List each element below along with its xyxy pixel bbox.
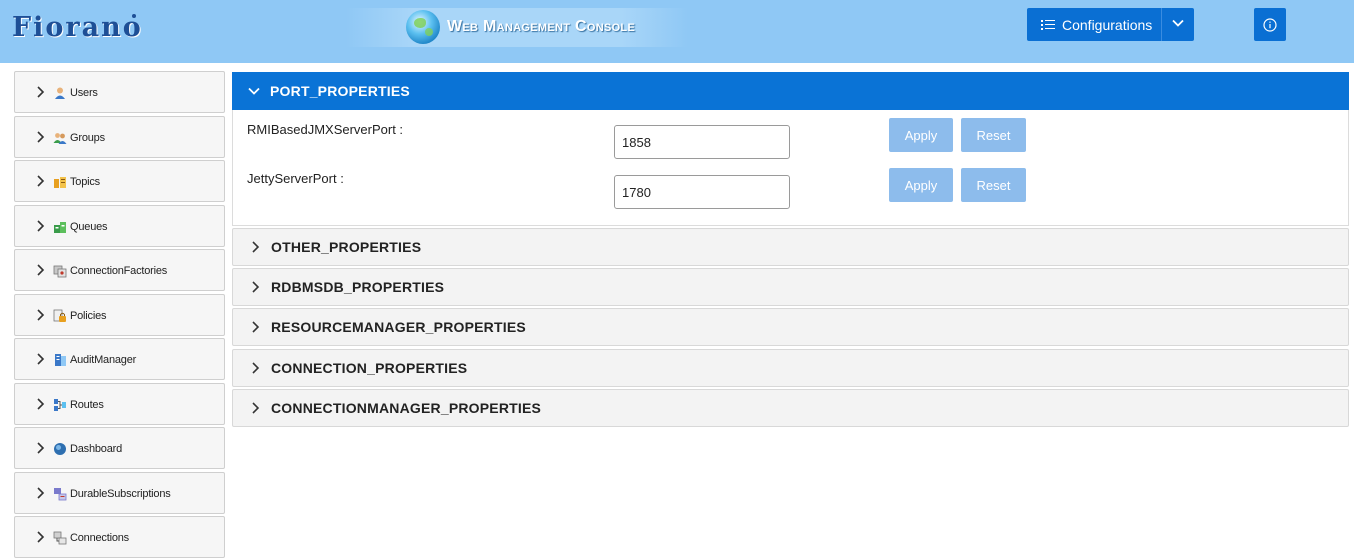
chevron-right-icon bbox=[252, 281, 260, 293]
logo-trademark-dot bbox=[132, 14, 136, 18]
sidebar-item-users[interactable]: Users bbox=[14, 71, 225, 113]
chevron-right-icon bbox=[37, 220, 45, 232]
chevron-down-icon[interactable] bbox=[1171, 16, 1185, 30]
rmi-jmx-port-label: RMIBasedJMXServerPort : bbox=[247, 122, 404, 137]
jetty-port-label: JettyServerPort : bbox=[247, 171, 344, 186]
sidebar-item-label: DurableSubscriptions bbox=[70, 488, 171, 500]
fiorano-logo[interactable]: Fiorano bbox=[12, 12, 143, 43]
durable-subscriptions-icon bbox=[54, 488, 67, 501]
chevron-right-icon bbox=[37, 531, 45, 543]
panel-title: CONNECTIONMANAGER_PROPERTIES bbox=[271, 400, 542, 416]
topics-icon bbox=[54, 177, 66, 188]
panel-header-connectionmanager-properties[interactable]: CONNECTIONMANAGER_PROPERTIES bbox=[232, 389, 1349, 427]
chevron-right-icon bbox=[37, 175, 45, 187]
sidebar-item-label: AuditManager bbox=[70, 354, 137, 366]
connections-icon bbox=[53, 531, 67, 545]
chevron-right-icon bbox=[37, 442, 45, 454]
jetty-port-apply-button[interactable]: Apply bbox=[889, 168, 953, 202]
chevron-right-icon bbox=[37, 487, 45, 499]
sidebar-item-label: Policies bbox=[70, 310, 107, 322]
chevron-right-icon bbox=[37, 398, 45, 410]
top-header: Fiorano Web Management Console Configura… bbox=[0, 0, 1354, 63]
chevron-right-icon bbox=[37, 131, 45, 143]
panel-title: CONNECTION_PROPERTIES bbox=[271, 360, 468, 376]
panel-title: OTHER_PROPERTIES bbox=[271, 239, 422, 255]
jetty-port-reset-button[interactable]: Reset bbox=[961, 168, 1026, 202]
panel-title: PORT_PROPERTIES bbox=[270, 83, 410, 99]
chevron-right-icon bbox=[252, 321, 260, 333]
banner-title: Web Management Console bbox=[447, 18, 636, 35]
sidebar-item-dashboard[interactable]: Dashboard bbox=[14, 427, 225, 469]
chevron-right-icon bbox=[37, 353, 45, 365]
sidebar-item-label: Dashboard bbox=[70, 443, 123, 455]
chevron-right-icon bbox=[37, 309, 45, 321]
sidebar-item-routes[interactable]: Routes bbox=[14, 383, 225, 425]
sidebar-item-label: Routes bbox=[70, 399, 104, 411]
panel-body-port-properties: RMIBasedJMXServerPort : Apply Reset Jett… bbox=[232, 110, 1349, 226]
sidebar-item-connections[interactable]: Connections bbox=[14, 516, 225, 558]
rmi-jmx-port-apply-button[interactable]: Apply bbox=[889, 118, 953, 152]
console-banner: Web Management Console bbox=[346, 8, 688, 47]
sidebar-item-topics[interactable]: Topics bbox=[14, 160, 225, 202]
rmi-jmx-port-reset-button[interactable]: Reset bbox=[961, 118, 1026, 152]
jetty-port-input[interactable] bbox=[614, 175, 790, 209]
globe-icon bbox=[406, 10, 440, 44]
panel-header-resourcemanager-properties[interactable]: RESOURCEMANAGER_PROPERTIES bbox=[232, 308, 1349, 346]
queues-icon bbox=[54, 222, 66, 233]
sidebar-item-connectionfactories[interactable]: ConnectionFactories bbox=[14, 249, 225, 291]
chevron-right-icon bbox=[37, 86, 45, 98]
sidebar-item-label: Groups bbox=[70, 132, 105, 144]
audit-manager-icon bbox=[55, 354, 66, 366]
chevron-right-icon bbox=[252, 362, 260, 374]
sidebar-item-label: Queues bbox=[70, 221, 108, 233]
configurations-dropdown-button[interactable]: Configurations bbox=[1027, 8, 1194, 41]
panel-title: RDBMSDB_PROPERTIES bbox=[271, 279, 445, 295]
configurations-label: Configurations bbox=[1062, 16, 1153, 33]
panel-title: RESOURCEMANAGER_PROPERTIES bbox=[271, 319, 526, 335]
list-icon bbox=[1041, 19, 1055, 31]
sidebar-item-label: Users bbox=[70, 87, 98, 99]
connection-factories-icon bbox=[53, 265, 67, 278]
chevron-right-icon bbox=[252, 241, 260, 253]
panel-header-port-properties[interactable]: PORT_PROPERTIES bbox=[232, 72, 1349, 110]
dropdown-divider bbox=[1161, 8, 1162, 41]
sidebar-item-label: ConnectionFactories bbox=[70, 265, 168, 277]
dashboard-icon bbox=[54, 443, 66, 455]
chevron-right-icon bbox=[37, 264, 45, 276]
sidebar-item-groups[interactable]: Groups bbox=[14, 116, 225, 158]
sidebar-item-label: Topics bbox=[70, 176, 100, 188]
routes-icon bbox=[54, 399, 66, 411]
group-icon bbox=[53, 133, 67, 144]
sidebar-item-auditmanager[interactable]: AuditManager bbox=[14, 338, 225, 380]
user-icon bbox=[55, 87, 65, 99]
policies-icon bbox=[53, 309, 66, 322]
panel-header-rdbmsdb-properties[interactable]: RDBMSDB_PROPERTIES bbox=[232, 268, 1349, 306]
info-icon bbox=[1263, 17, 1277, 32]
rmi-jmx-port-input[interactable] bbox=[614, 125, 790, 159]
sidebar-item-durablesubscriptions[interactable]: DurableSubscriptions bbox=[14, 472, 225, 514]
chevron-down-icon bbox=[248, 87, 260, 95]
panel-header-connection-properties[interactable]: CONNECTION_PROPERTIES bbox=[232, 349, 1349, 387]
sidebar-item-label: Connections bbox=[70, 532, 129, 544]
sidebar-item-policies[interactable]: Policies bbox=[14, 294, 225, 336]
chevron-right-icon bbox=[252, 402, 260, 414]
panel-header-other-properties[interactable]: OTHER_PROPERTIES bbox=[232, 228, 1349, 266]
info-button[interactable] bbox=[1254, 8, 1286, 41]
sidebar-item-queues[interactable]: Queues bbox=[14, 205, 225, 247]
